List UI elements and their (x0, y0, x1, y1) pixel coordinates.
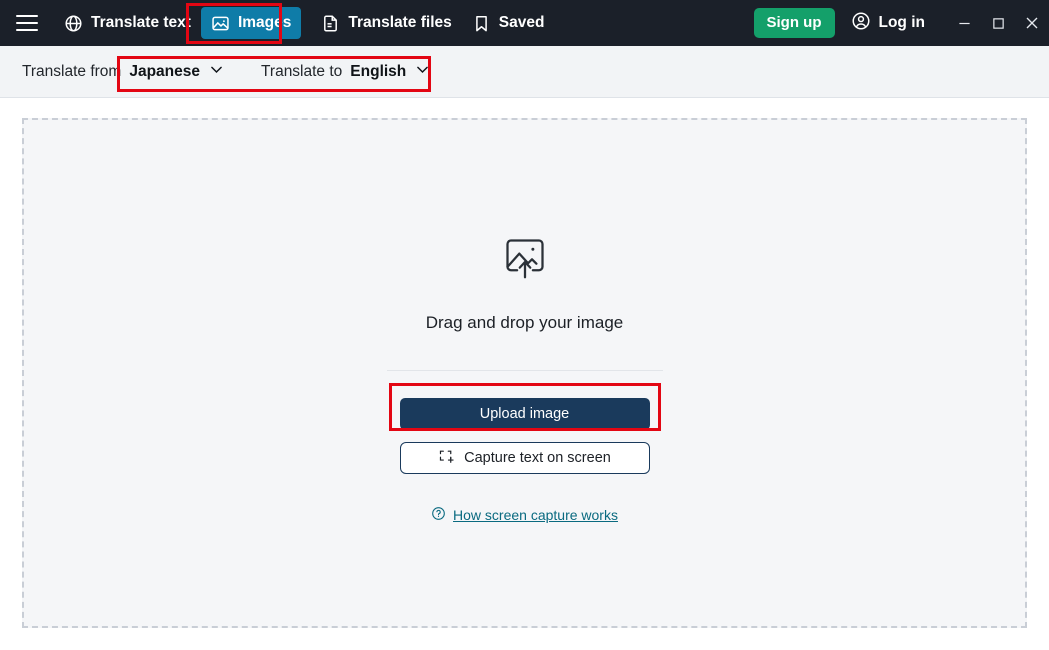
translate-to-label: Translate to (261, 62, 343, 80)
source-language-dropdown[interactable]: Japanese (129, 61, 225, 83)
target-language-value: English (350, 62, 407, 80)
hamburger-menu-icon[interactable] (16, 15, 38, 31)
upload-image-button[interactable]: Upload image (399, 398, 650, 430)
nav-tab-images[interactable]: Images (200, 7, 302, 39)
drop-zone-title: Drag and drop your image (425, 313, 624, 332)
window-controls (947, 8, 1049, 38)
chevron-down-icon (208, 61, 225, 83)
nav-tab-translate-files[interactable]: Translate files (311, 7, 461, 39)
nav-tab-saved[interactable]: Saved (462, 7, 555, 39)
image-icon (211, 14, 230, 33)
titlebar: Translate text Images Translate files Sa… (0, 0, 1049, 46)
titlebar-right-group: Sign up Log in (753, 0, 1049, 46)
user-circle-icon (851, 11, 871, 36)
nav-tab-label: Translate files (348, 14, 452, 31)
language-bar: Translate from Japanese Translate to Eng… (0, 46, 1049, 98)
sign-up-button[interactable]: Sign up (753, 8, 835, 38)
close-icon[interactable] (1015, 8, 1049, 38)
source-language-value: Japanese (129, 62, 201, 80)
nav-tab-label: Saved (498, 14, 545, 31)
maximize-icon[interactable] (981, 8, 1015, 38)
drop-zone-content: Drag and drop your image Upload image Ca… (386, 230, 663, 524)
target-language-dropdown[interactable]: English (350, 61, 431, 83)
nav-tab-translate-text[interactable]: Translate text (54, 7, 201, 39)
app-window: Translate text Images Translate files Sa… (0, 0, 1049, 650)
help-link-label: How screen capture works (453, 507, 618, 523)
globe-icon (64, 14, 83, 33)
document-icon (321, 14, 340, 33)
image-drop-zone[interactable]: Drag and drop your image Upload image Ca… (22, 118, 1027, 628)
nav-tab-label: Translate text (91, 14, 191, 31)
question-circle-icon (431, 506, 446, 524)
log-in-button[interactable]: Log in (851, 11, 926, 36)
image-upload-icon (497, 230, 553, 291)
translate-from-label: Translate from (22, 62, 122, 80)
how-screen-capture-works-link[interactable]: How screen capture works (431, 506, 618, 524)
log-in-label: Log in (878, 14, 926, 31)
capture-button-label: Capture text on screen (464, 450, 611, 466)
capture-text-on-screen-button[interactable]: Capture text on screen (399, 442, 650, 474)
divider (386, 370, 663, 371)
bookmark-icon (472, 14, 491, 33)
chevron-down-icon (414, 61, 431, 83)
screen-capture-icon (438, 448, 455, 469)
nav-tab-label: Images (237, 14, 292, 31)
minimize-icon[interactable] (947, 8, 981, 38)
